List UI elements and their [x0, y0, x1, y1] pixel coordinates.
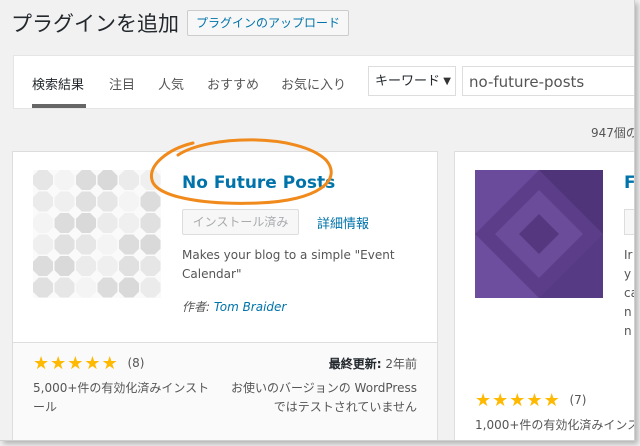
search-input[interactable]: no-future-posts — [462, 66, 634, 96]
pattern-octagon — [54, 256, 75, 276]
star-icon: ★ — [492, 390, 510, 411]
pattern-octagon — [119, 191, 139, 212]
desc-line: Ir — [624, 248, 633, 262]
upload-plugin-button[interactable]: プラグインのアップロード — [187, 10, 350, 36]
star-icon: ★ — [50, 353, 68, 374]
plugin-thumbnail — [475, 170, 603, 298]
pattern-octagon — [33, 213, 53, 233]
result-count: 947個の — [591, 126, 635, 140]
pattern-octagon — [140, 234, 161, 255]
star-icon: ★ — [543, 390, 561, 411]
author-label: 作者: — [182, 300, 211, 314]
star-icon: ★ — [475, 390, 493, 411]
star-rating: ★★★★★ (7) — [475, 390, 586, 411]
pattern-octagon — [33, 191, 53, 212]
last-updated-label: 最終更新: — [328, 357, 382, 371]
install-button[interactable] — [624, 209, 634, 235]
rating-count: (7) — [569, 393, 587, 407]
plugin-description: Makes your blog to a simple "Event Calen… — [182, 248, 395, 281]
tab-favorites[interactable]: お気に入り — [281, 74, 346, 93]
pattern-octagon — [76, 170, 96, 190]
tab-popular[interactable]: 人気 — [158, 74, 184, 93]
search-type-select[interactable]: キーワード ▼ — [368, 66, 456, 96]
pattern-octagon — [54, 191, 75, 212]
plugin-card: No Future Posts インストール済み 詳細情報 Makes your… — [12, 151, 438, 440]
pattern-octagon — [54, 213, 75, 233]
desc-line: y — [624, 267, 632, 281]
pattern-octagon — [119, 256, 139, 276]
pattern-octagon — [97, 213, 118, 233]
compatibility-note: お使いのバージョンの WordPress ではテストされていません — [230, 381, 417, 414]
installed-button: インストール済み — [182, 209, 299, 235]
pattern-octagon — [119, 277, 139, 298]
pattern-octagon — [140, 213, 161, 233]
pattern-octagon — [97, 234, 118, 255]
pattern-octagon — [140, 170, 161, 190]
star-icon: ★ — [101, 353, 119, 374]
more-details-link[interactable]: 詳細情報 — [317, 213, 369, 232]
desc-line: ca — [624, 286, 634, 300]
plugin-thumbnail — [33, 170, 161, 298]
pattern-octagon — [54, 170, 75, 190]
pattern-octagon — [33, 234, 53, 255]
pattern-octagon — [76, 234, 96, 255]
last-updated-value: 2年前 — [385, 357, 417, 371]
page-title: プラグインを追加 — [11, 12, 179, 36]
active-installs: 1,000+件の有効化済みインスト — [475, 418, 635, 432]
plugin-name-link[interactable]: F — [624, 173, 634, 193]
pattern-octagon — [119, 234, 139, 255]
star-icon: ★ — [84, 353, 102, 374]
filter-bar: 検索結果 注目 人気 おすすめ お気に入り キーワード ▼ no-future-… — [13, 55, 634, 109]
last-updated: 最終更新: 2年前 — [329, 355, 417, 372]
pattern-octagon — [54, 234, 75, 255]
star-icon: ★ — [526, 390, 544, 411]
plugin-author: 作者: Tom Braider — [182, 298, 286, 315]
pattern-octagon — [97, 191, 118, 212]
plugin-description: Ir y ca nn — [624, 246, 634, 341]
pattern-octagon — [97, 170, 118, 190]
active-installs: 5,000+件の有効化済みインストール — [33, 381, 210, 414]
star-icon: ★ — [33, 353, 51, 374]
tab-recommended[interactable]: おすすめ — [207, 74, 259, 93]
active-tab-indicator — [32, 104, 86, 108]
pattern-octagon — [76, 256, 96, 276]
star-icon: ★ — [509, 390, 527, 411]
tab-search-results[interactable]: 検索結果 — [32, 74, 84, 93]
pattern-octagon — [140, 191, 161, 212]
author-link[interactable]: Tom Braider — [214, 300, 286, 314]
pattern-octagon — [140, 277, 161, 298]
pattern-octagon — [119, 213, 139, 233]
rating-count: (8) — [127, 356, 145, 370]
pattern-octagon — [119, 170, 139, 190]
desc-line: n — [624, 324, 632, 338]
desc-line: n — [624, 305, 632, 319]
pattern-octagon — [54, 277, 75, 298]
pattern-octagon — [33, 256, 53, 276]
pattern-octagon — [76, 277, 96, 298]
pattern-octagon — [33, 170, 53, 190]
pattern-octagon — [33, 277, 53, 298]
pattern-octagon — [76, 191, 96, 212]
plugin-card: F Irycann ★★★★★ (7) 1,000+件の有効化済みインスト — [454, 151, 635, 440]
tab-featured[interactable]: 注目 — [109, 74, 135, 93]
star-icon: ★ — [67, 353, 85, 374]
pattern-octagon — [97, 277, 118, 298]
pattern-octagon — [76, 213, 96, 233]
plugin-name-link[interactable]: No Future Posts — [182, 173, 335, 193]
search-type-value: キーワード — [375, 74, 441, 89]
dropdown-arrow-icon: ▼ — [443, 76, 451, 87]
pattern-octagon — [140, 256, 161, 276]
plugin-card-footer: ★★★★★ (8) 5,000+件の有効化済みインストール 最終更新: 2年前 … — [13, 342, 437, 440]
plugin-install-screen: プラグインを追加 プラグインのアップロード 検索結果 注目 人気 おすすめ お気… — [0, 0, 635, 441]
pattern-octagon — [97, 256, 118, 276]
star-rating: ★★★★★ (8) — [33, 353, 144, 374]
